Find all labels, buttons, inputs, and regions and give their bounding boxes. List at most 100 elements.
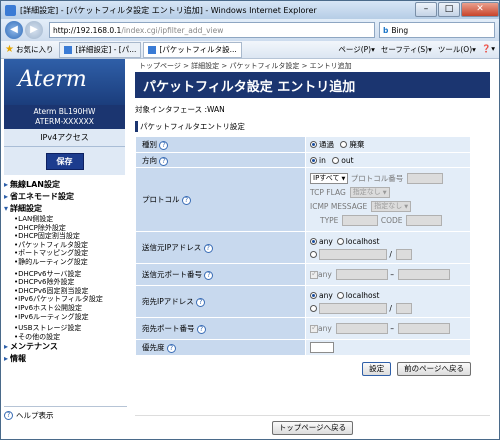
help-icon[interactable]: ? — [159, 141, 169, 150]
sidebar-item-lan[interactable]: •LAN側設定 — [4, 215, 125, 224]
src-port-start-input[interactable] — [335, 269, 388, 280]
help-icon[interactable]: ? — [181, 196, 191, 205]
help-icon: ? — [4, 411, 13, 420]
help-icon[interactable]: ? — [196, 298, 206, 307]
kind-pass-label: 通過 — [319, 140, 334, 149]
dst-port-any-checkbox[interactable] — [310, 323, 318, 333]
kind-drop-radio[interactable] — [340, 141, 348, 148]
breadcrumb[interactable]: トップページ > 詳細設定 > パケットフィルタ設定 > エントリ追加 — [135, 59, 490, 71]
sidebar-item-ipv6-packet-filter[interactable]: •IPv6パケットフィルタ設定 — [4, 295, 125, 304]
sidebar-section-eco[interactable]: ▸ 省エネモード設定 — [4, 191, 125, 203]
sidebar-item-usb-storage[interactable]: •USBストレージ設定 — [4, 324, 125, 333]
sidebar-section-info[interactable]: ▸ 情報 — [4, 353, 125, 365]
row-kind: 種別 ? 通過 廃棄 — [135, 136, 471, 153]
device-id: ATERM-XXXXXX — [35, 117, 94, 126]
sidebar-item-dhcpv6-exclude[interactable]: •DHCPv6除外設定 — [4, 278, 125, 287]
search-provider-label: Bing — [391, 25, 409, 35]
icmp-code-input[interactable] — [406, 215, 443, 226]
favorites-label: お気に入り — [15, 45, 54, 54]
src-ip-any-radio[interactable] — [310, 237, 317, 245]
help-menu[interactable]: ❓▾ — [482, 44, 495, 55]
row-dst-port: 宛先ポート番号 ? any – — [135, 317, 471, 340]
sidebar-section-wireless[interactable]: ▸ 無線LAN設定 — [4, 179, 125, 191]
arrow-icon: ▸ — [4, 180, 9, 189]
forward-button[interactable]: ▶ — [25, 21, 43, 39]
section-label: 省エネモード設定 — [10, 192, 75, 201]
help-icon[interactable]: ? — [166, 344, 176, 353]
page-menu[interactable]: ページ(P)▾ — [338, 44, 375, 55]
back-button[interactable]: ◀ — [5, 21, 23, 39]
ie-app-icon — [5, 4, 16, 16]
favorites-button[interactable]: ★ お気に入り — [5, 44, 53, 55]
sidebar-item-dhcp-fixed[interactable]: •DHCP固定割当設定 — [4, 232, 125, 241]
icmp-type-input[interactable] — [342, 215, 379, 226]
search-input[interactable]: b Bing — [379, 22, 495, 38]
row-src-port: 送信元ポート番号 ? any – — [135, 263, 471, 286]
window-title: [詳細設定] - [パケットフィルタ設定 エントリ追加] - Windows I… — [20, 5, 317, 15]
close-button[interactable]: ✕ — [461, 2, 499, 17]
dst-ip-custom-radio[interactable] — [310, 305, 317, 312]
help-icon[interactable]: ? — [204, 271, 214, 280]
tab-detail-settings[interactable]: [詳細設定] - [パ... — [59, 41, 142, 58]
help-icon[interactable]: ? — [159, 156, 169, 166]
protocol-select[interactable]: IPすべて ▼ — [310, 173, 349, 184]
src-ip-mask-input[interactable] — [395, 249, 412, 260]
save-area: 保存 — [4, 147, 125, 175]
sidebar-menu: ▸ 無線LAN設定 ▸ 省エネモード設定 ▾ 詳細設定 •LAN側設定 •DHCP除外… — [2, 175, 127, 369]
save-button[interactable]: 保存 — [45, 152, 84, 170]
row-priority: 優先度 ? — [135, 339, 471, 356]
tab-packet-filter[interactable]: [パケットフィルタ設... — [143, 41, 242, 58]
src-ip-input[interactable] — [319, 249, 387, 260]
dst-ip-localhost-radio[interactable] — [336, 291, 344, 299]
direction-label: 方向 ? — [135, 152, 306, 168]
url-input[interactable]: http://192.168.0.1/index.cgi/ipfilter_ad… — [49, 22, 375, 38]
minimize-button[interactable]: – — [415, 2, 437, 17]
sidebar: Aterm Aterm BL190HW ATERM-XXXXXX IPv4アクセ… — [2, 59, 127, 439]
sidebar-section-maintenance[interactable]: ▸ メンテナンス — [4, 341, 125, 353]
dst-ip-input[interactable] — [319, 303, 387, 314]
title-bar: [詳細設定] - [パケットフィルタ設定 エントリ追加] - Windows I… — [1, 1, 499, 19]
protocol-number-label: プロトコル番号 — [350, 173, 404, 183]
sidebar-item-ipv6-host[interactable]: •IPv6ホスト公開設定 — [4, 304, 125, 313]
protocol-number-input[interactable] — [407, 173, 444, 184]
dst-ip-label: 宛先IPアドレス ? — [135, 285, 306, 318]
safety-menu[interactable]: セーフティ(S)▾ — [381, 44, 432, 55]
direction-out-label: out — [341, 155, 354, 165]
dst-port-any-label: any — [318, 324, 332, 333]
sidebar-item-dhcp-exclude[interactable]: •DHCP除外設定 — [4, 224, 125, 233]
sidebar-item-other[interactable]: •その他の設定 — [4, 333, 125, 342]
dst-port-start-input[interactable] — [335, 323, 388, 334]
direction-out-radio[interactable] — [332, 156, 340, 164]
dst-ip-any-radio[interactable] — [310, 291, 317, 299]
help-link[interactable]: ? ヘルプ表示 — [4, 406, 127, 421]
priority-input[interactable] — [310, 342, 334, 353]
icmp-message-select[interactable]: 指定なし ▼ — [371, 201, 412, 212]
sidebar-item-dhcpv6-server[interactable]: •DHCPv6サーバ設定 — [4, 270, 125, 279]
src-port-any-checkbox[interactable] — [310, 269, 318, 279]
direction-in-radio[interactable] — [310, 156, 317, 164]
star-icon: ★ — [5, 44, 14, 55]
dst-ip-mask-input[interactable] — [395, 303, 412, 314]
top-page-button[interactable]: トップページへ戻る — [271, 420, 354, 435]
arrow-icon: ▸ — [4, 192, 9, 201]
dst-port-end-input[interactable] — [397, 323, 450, 334]
tcp-flag-label: TCP FLAG — [310, 187, 346, 197]
src-ip-localhost-radio[interactable] — [336, 237, 344, 245]
set-button[interactable]: 設定 — [362, 362, 392, 376]
address-bar-row: ◀ ▶ http://192.168.0.1/index.cgi/ipfilte… — [1, 19, 499, 41]
sidebar-item-static-routing[interactable]: •静的ルーティング設定 — [4, 258, 125, 267]
sidebar-item-port-mapping[interactable]: •ポートマッピング設定 — [4, 249, 125, 258]
src-ip-custom-radio[interactable] — [310, 251, 317, 258]
maximize-button[interactable]: □ — [438, 2, 460, 17]
tcp-flag-select[interactable]: 指定なし ▼ — [349, 187, 390, 198]
kind-pass-radio[interactable] — [310, 141, 317, 148]
url-path: /index.cgi/ipfilter_add_view — [121, 25, 224, 35]
back-page-button[interactable]: 前のページへ戻る — [397, 362, 471, 376]
sidebar-item-ipv6-routing[interactable]: •IPv6ルーティング設定 — [4, 313, 125, 322]
sidebar-section-detail[interactable]: ▾ 詳細設定 — [4, 203, 125, 215]
help-icon[interactable]: ? — [203, 244, 213, 253]
tools-menu[interactable]: ツール(O)▾ — [438, 44, 476, 55]
src-port-end-input[interactable] — [397, 269, 450, 280]
page-icon — [64, 45, 73, 54]
help-icon[interactable]: ? — [196, 325, 206, 334]
